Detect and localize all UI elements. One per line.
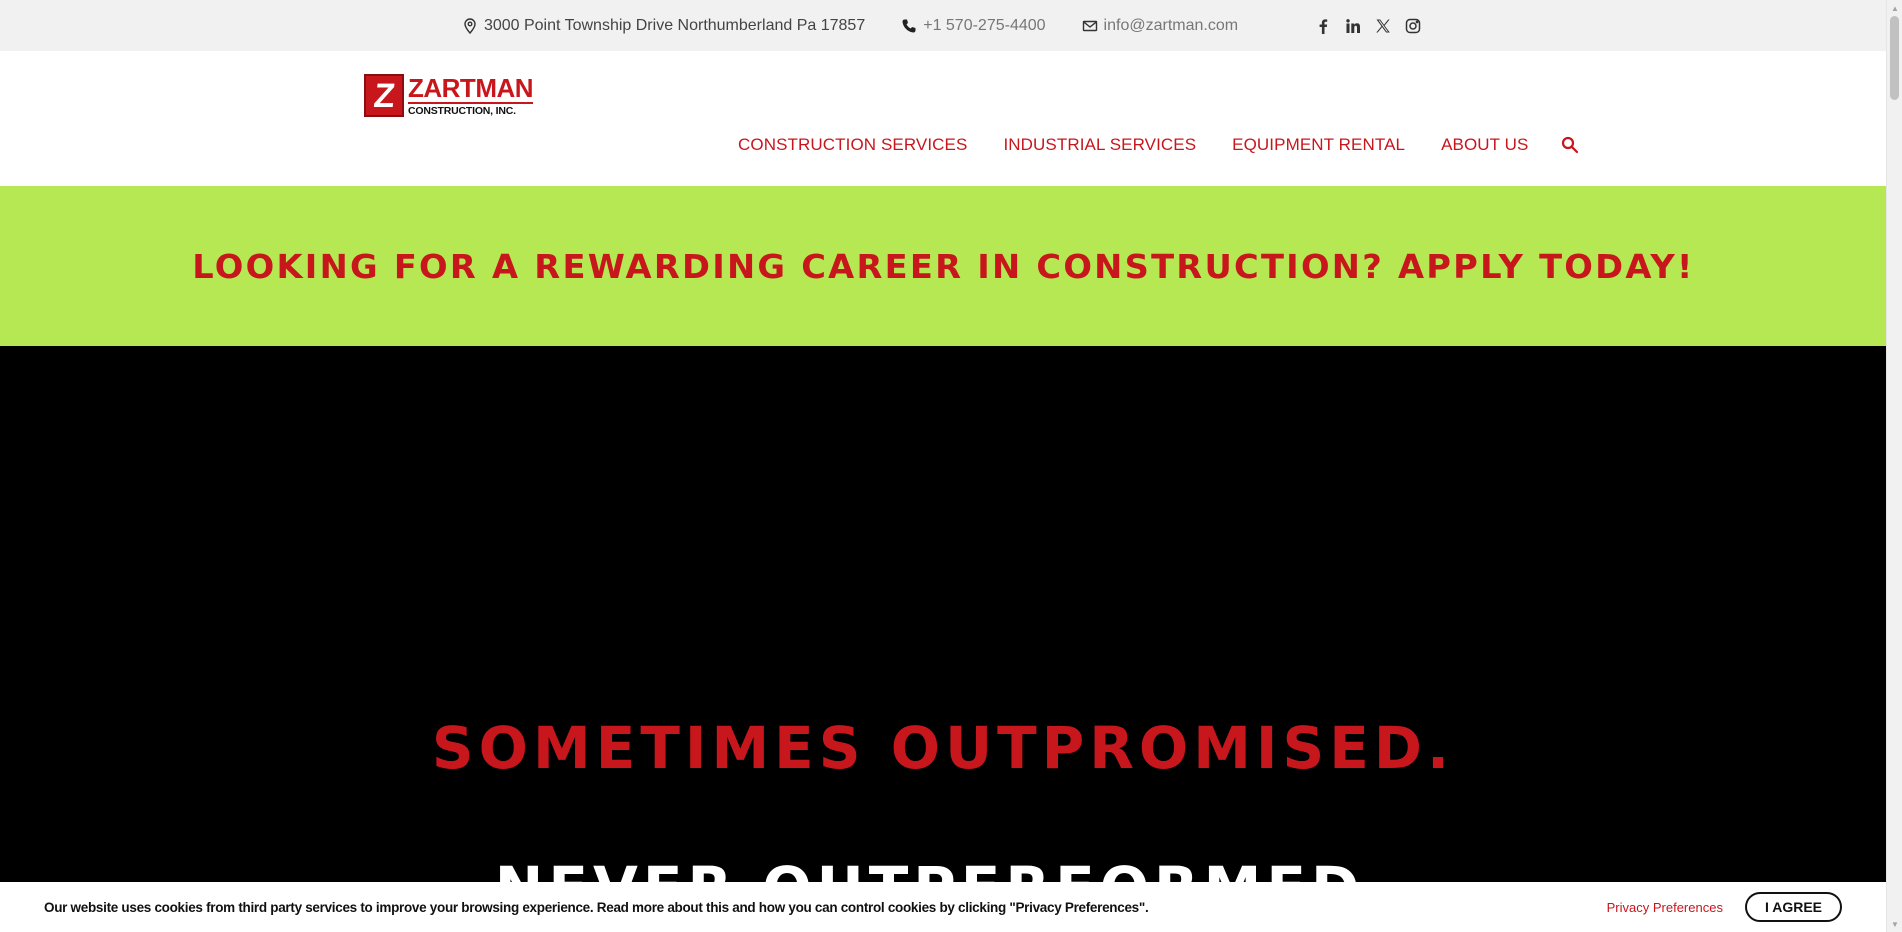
top-info-bar: 3000 Point Township Drive Northumberland… <box>0 0 1886 51</box>
nav-item-industrial-services[interactable]: INDUSTRIAL SERVICES <box>1003 135 1196 155</box>
facebook-icon[interactable] <box>1314 17 1332 35</box>
address-text: 3000 Point Township Drive Northumberland… <box>483 16 866 34</box>
instagram-icon[interactable] <box>1404 17 1422 35</box>
scrollbar-thumb[interactable] <box>1890 16 1899 100</box>
top-info-inner: 3000 Point Township Drive Northumberland… <box>462 17 1434 35</box>
career-banner[interactable]: LOOKING FOR A REWARDING CAREER IN CONSTR… <box>0 186 1886 346</box>
linkedin-icon[interactable] <box>1344 17 1362 35</box>
location-pin-icon <box>462 17 478 34</box>
site-header: Z ZARTMAN CONSTRUCTION, INC. CONSTRUCTIO… <box>0 51 1886 186</box>
privacy-preferences-link[interactable]: Privacy Preferences <box>1607 900 1723 915</box>
agree-button[interactable]: I AGREE <box>1744 892 1842 922</box>
nav-item-equipment-rental[interactable]: EQUIPMENT RENTAL <box>1232 135 1405 155</box>
phone-item[interactable]: +1 570-275-4400 <box>901 16 1046 35</box>
search-icon[interactable] <box>1560 135 1580 155</box>
x-icon[interactable] <box>1374 17 1392 35</box>
scroll-up-arrow-icon[interactable]: ▲ <box>1887 0 1902 16</box>
cookie-consent-bar: Our website uses cookies from third part… <box>0 882 1886 932</box>
nav-item-construction-services[interactable]: CONSTRUCTION SERVICES <box>738 135 967 155</box>
email-text: info@zartman.com <box>1103 16 1239 34</box>
hero-section: SOMETIMES OUTPROMISED. NEVER OUTPERFORME… <box>0 346 1886 932</box>
viewport: 3000 Point Township Drive Northumberland… <box>0 0 1886 932</box>
address-item: 3000 Point Township Drive Northumberland… <box>462 17 865 35</box>
phone-text: +1 570-275-4400 <box>923 16 1046 34</box>
envelope-icon <box>1082 18 1098 34</box>
logo-name: ZARTMAN <box>408 72 534 104</box>
cookie-actions: Privacy Preferences I AGREE <box>1607 892 1842 922</box>
page-scrollbar[interactable]: ▲ ▼ <box>1886 0 1902 932</box>
email-item[interactable]: info@zartman.com <box>1082 16 1239 35</box>
main-nav: CONSTRUCTION SERVICES INDUSTRIAL SERVICE… <box>738 135 1580 155</box>
social-links <box>1314 17 1434 35</box>
scroll-down-arrow-icon[interactable]: ▼ <box>1887 916 1902 932</box>
nav-item-about-us[interactable]: ABOUT US <box>1441 135 1528 155</box>
logo-text: ZARTMAN CONSTRUCTION, INC. <box>408 72 534 117</box>
logo-subtitle: CONSTRUCTION, INC. <box>408 104 516 117</box>
cookie-message: Our website uses cookies from third part… <box>44 899 1149 915</box>
career-banner-text: LOOKING FOR A REWARDING CAREER IN CONSTR… <box>191 246 1695 286</box>
page: 3000 Point Township Drive Northumberland… <box>0 0 1902 932</box>
logo-mark: Z <box>364 74 404 117</box>
phone-icon <box>901 18 917 34</box>
company-logo[interactable]: Z ZARTMAN CONSTRUCTION, INC. <box>364 72 534 117</box>
hero-headline-red: SOMETIMES OUTPROMISED. <box>431 714 1455 782</box>
